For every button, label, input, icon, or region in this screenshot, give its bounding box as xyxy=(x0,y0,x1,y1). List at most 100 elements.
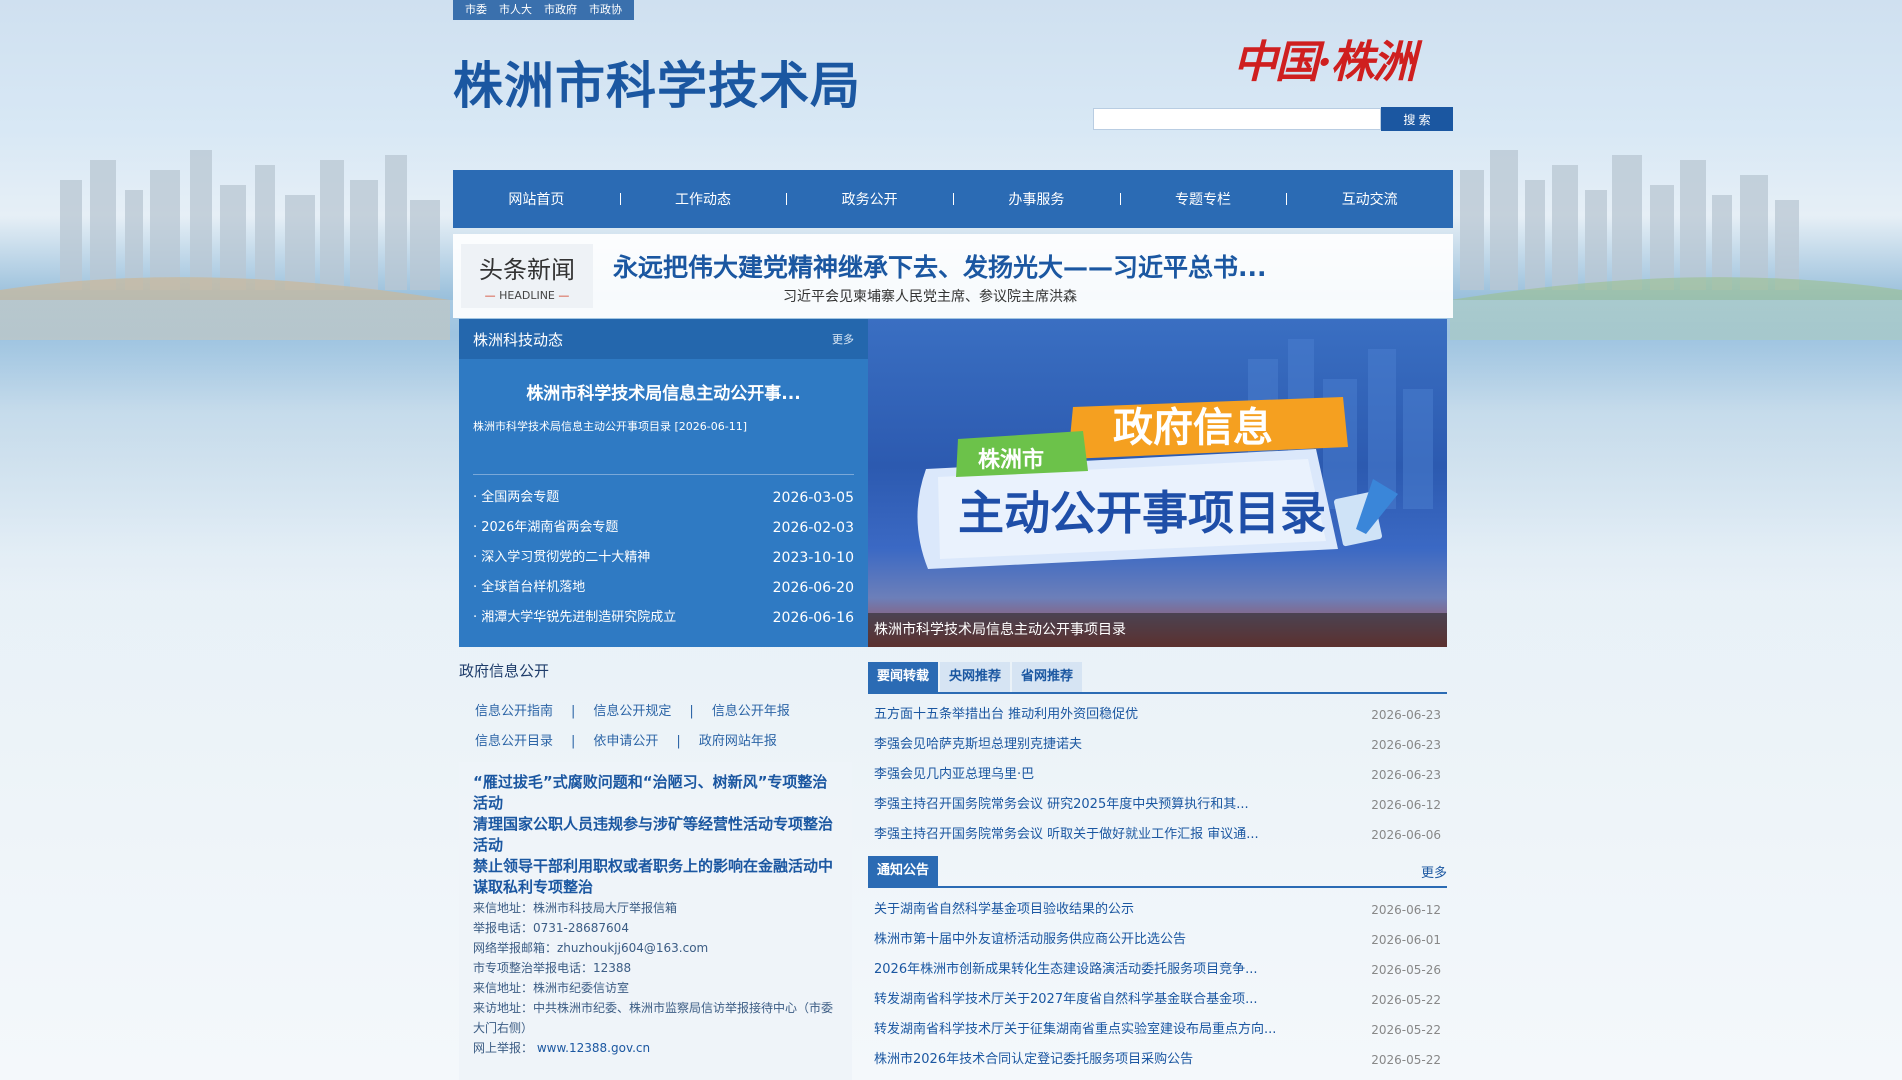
tab-central-recommend[interactable]: 央网推荐 xyxy=(940,662,1011,692)
list-item[interactable]: 转发湖南省科学技术厅关于2027年度省自然科学基金联合基金项... 2026-05… xyxy=(868,985,1447,1015)
news-list: 五方面十五条举措出台 推动利用外资回稳促优 2026-06-23 李强会见哈萨克斯… xyxy=(868,700,1447,850)
link-separator: | xyxy=(676,734,681,749)
list-item-title[interactable]: · 2026年湖南省两会专题 xyxy=(473,513,618,543)
list-item-date: 2026-06-06 xyxy=(1371,828,1441,842)
list-item[interactable]: 李强会见哈萨克斯坦总理别克捷诺夫 2026-06-23 xyxy=(868,730,1447,760)
tech-dynamics-more-link[interactable]: 更多 xyxy=(832,331,854,347)
headline-label-en: — HEADLINE — xyxy=(484,289,570,302)
notice-more-link[interactable]: 更多 xyxy=(1421,862,1447,881)
link-disclosure-catalog[interactable]: 信息公开目录 xyxy=(475,727,553,757)
banner-artwork: 株洲市 政府信息 主动公开事项目录 xyxy=(917,339,1433,569)
report-info-line: 来信地址：株洲市纪委信访室 xyxy=(473,981,630,995)
list-item-title[interactable]: 关于湖南省自然科学基金项目验收结果的公示 xyxy=(874,895,1134,925)
list-item[interactable]: 转发湖南省科学技术厅关于征集湖南省重点实验室建设布局重点方向... 2026-05… xyxy=(868,1015,1447,1045)
list-item-date: 2026-02-03 xyxy=(772,520,854,536)
news-tabs: 要闻转载 央网推荐 省网推荐 xyxy=(868,662,1447,694)
lead-news-summary: 株洲市科学技术局信息主动公开事项目录 [2026-06-11] xyxy=(473,420,748,433)
link-disclosure-annual-report[interactable]: 信息公开年报 xyxy=(712,697,790,727)
list-item-title[interactable]: 李强主持召开国务院常务会议 听取关于做好就业工作汇报 审议通... xyxy=(874,820,1259,850)
nav-interaction[interactable]: 互动交流 xyxy=(1286,189,1453,209)
city-calligraphy-logo: 中国·株洲 xyxy=(1233,37,1416,88)
tech-dynamics-header: 株洲科技动态 更多 xyxy=(459,319,868,359)
report-info-line: 来信地址：株洲市科技局大厅举报信箱 xyxy=(473,901,678,915)
list-item-title[interactable]: 五方面十五条举措出台 推动利用外资回稳促优 xyxy=(874,700,1138,730)
link-disclosure-rules[interactable]: 信息公开规定 xyxy=(593,697,671,727)
list-item-date: 2023-10-10 xyxy=(772,550,854,566)
headline-subtitle-link[interactable]: 习近平会见柬埔寨人民党主席、参议院主席洪森 xyxy=(783,286,1077,306)
list-item[interactable]: 关于湖南省自然科学基金项目验收结果的公示 2026-06-12 xyxy=(868,895,1447,925)
top-link-government[interactable]: 市政府 xyxy=(538,0,583,20)
list-item-title[interactable]: 2026年株洲市创新成果转化生态建设路演活动委托服务项目竞争... xyxy=(874,955,1257,985)
link-apply-disclosure[interactable]: 依申请公开 xyxy=(593,727,658,757)
list-item[interactable]: · 2026年湖南省两会专题 2026-02-03 xyxy=(459,513,868,543)
list-item[interactable]: 李强主持召开国务院常务会议 听取关于做好就业工作汇报 审议通... 2026-06… xyxy=(868,820,1447,850)
tab-province-recommend[interactable]: 省网推荐 xyxy=(1012,662,1083,692)
notice-list: 关于湖南省自然科学基金项目验收结果的公示 2026-06-12 株洲市第十届中外友… xyxy=(868,895,1447,1075)
list-item[interactable]: · 全国两会专题 2026-03-05 xyxy=(459,483,868,513)
report-info-line: 市专项整治举报电话：12388 xyxy=(473,961,632,975)
list-item[interactable]: 株洲市2026年技术合同认定登记委托服务项目采购公告 2026-05-22 xyxy=(868,1045,1447,1075)
nav-gov-affairs[interactable]: 政务公开 xyxy=(786,189,953,209)
tech-dynamics-panel: 株洲科技动态 更多 株洲市科学技术局信息主动公开事... 株洲市科学技术局信息主… xyxy=(459,319,868,647)
list-item-date: 2026-05-22 xyxy=(1371,1053,1441,1067)
list-item[interactable]: · 全球首台样机落地 2026-06-20 xyxy=(459,573,868,603)
site-title: 株洲市科学技术局 xyxy=(453,57,861,115)
list-item[interactable]: 株洲市第十届中外友谊桥活动服务供应商公开比选公告 2026-06-01 xyxy=(868,925,1447,955)
list-item[interactable]: 五方面十五条举措出台 推动利用外资回稳促优 2026-06-23 xyxy=(868,700,1447,730)
link-separator: | xyxy=(571,704,576,719)
top-link-party-committee[interactable]: 市委 xyxy=(459,0,493,20)
nav-services[interactable]: 办事服务 xyxy=(953,189,1120,209)
list-item-title[interactable]: · 湘潭大学华锐先进制造研究院成立 xyxy=(473,603,676,633)
list-item-title[interactable]: · 深入学习贯彻党的二十大精神 xyxy=(473,543,650,573)
report-info-line: 来访地址：中共株洲市纪委、株洲市监察局信访举报接待中心（市委大门右侧） xyxy=(473,1001,834,1035)
list-item-date: 2026-05-22 xyxy=(1371,993,1441,1007)
list-item-title[interactable]: 株洲市第十届中外友谊桥活动服务供应商公开比选公告 xyxy=(874,925,1186,955)
list-item[interactable]: 李强主持召开国务院常务会议 研究2025年度中央预算执行和其... 2026-06… xyxy=(868,790,1447,820)
list-item-title[interactable]: · 全球首台样机落地 xyxy=(473,573,585,603)
list-item-title[interactable]: 转发湖南省科学技术厅关于征集湖南省重点实验室建设布局重点方向... xyxy=(874,1015,1276,1045)
lead-news-title[interactable]: 株洲市科学技术局信息主动公开事... xyxy=(459,379,868,404)
top-links-bar: 市委 市人大 市政府 市政协 xyxy=(453,0,634,20)
list-item-title[interactable]: 李强会见几内亚总理乌里·巴 xyxy=(874,760,1034,790)
campaign-link[interactable]: “雁过拔毛”式腐败问题和“治陋习、树新风”专项整治活动 xyxy=(473,772,838,814)
report-web-link[interactable]: www.12388.gov.cn xyxy=(537,1041,650,1055)
nav-work-news[interactable]: 工作动态 xyxy=(619,189,787,209)
banner-tag: 株洲市 xyxy=(978,447,1044,473)
link-website-annual-report[interactable]: 政府网站年报 xyxy=(699,727,777,757)
report-section: “雁过拔毛”式腐败问题和“治陋习、树新风”专项整治活动 清理国家公职人员违规参与… xyxy=(459,762,852,1080)
nav-special-topics[interactable]: 专题专栏 xyxy=(1119,189,1287,209)
gov-info-section: 政府信息公开 信息公开指南 | 信息公开规定 | 信息公开年报 信息公开目录 |… xyxy=(453,660,853,757)
headline-label-en-text: HEADLINE xyxy=(499,289,555,302)
headline-label: 头条新闻 — HEADLINE — xyxy=(461,244,593,308)
search-input[interactable] xyxy=(1093,108,1381,130)
list-item-date: 2026-06-23 xyxy=(1371,738,1441,752)
list-item-date: 2026-06-20 xyxy=(772,580,854,596)
headline-label-cn: 头条新闻 xyxy=(479,256,575,284)
page-container: 市委 市人大 市政府 市政协 株洲市科学技术局 中国·株洲 搜 索 网站首页 工… xyxy=(453,0,1453,1080)
list-item-title[interactable]: 转发湖南省科学技术厅关于2027年度省自然科学基金联合基金项... xyxy=(874,985,1257,1015)
list-item-title[interactable]: 李强会见哈萨克斯坦总理别克捷诺夫 xyxy=(874,730,1082,760)
campaign-link[interactable]: 禁止领导干部利用职权或者职务上的影响在金融活动中谋取私利专项整治 xyxy=(473,856,838,898)
featured-banner[interactable]: 株洲市 政府信息 主动公开事项目录 株洲市科学技术局信息主动公开事项目录 xyxy=(868,319,1447,647)
search-button[interactable]: 搜 索 xyxy=(1381,107,1453,131)
top-link-congress[interactable]: 市人大 xyxy=(493,0,538,20)
list-item[interactable]: · 深入学习贯彻党的二十大精神 2023-10-10 xyxy=(459,543,868,573)
headline-title-link[interactable]: 永远把伟大建党精神继承下去、发扬光大——习近平总书... xyxy=(613,248,1267,284)
tab-notices[interactable]: 通知公告 xyxy=(868,856,939,886)
campaign-link[interactable]: 清理国家公职人员违规参与涉矿等经营性活动专项整治活动 xyxy=(473,814,838,856)
link-separator: | xyxy=(571,734,576,749)
list-item-title[interactable]: · 全国两会专题 xyxy=(473,483,559,513)
tab-news-reprint[interactable]: 要闻转载 xyxy=(868,662,939,692)
list-item[interactable]: 李强会见几内亚总理乌里·巴 2026-06-23 xyxy=(868,760,1447,790)
list-item[interactable]: 2026年株洲市创新成果转化生态建设路演活动委托服务项目竞争... 2026-05… xyxy=(868,955,1447,985)
gov-info-title: 政府信息公开 xyxy=(459,662,550,680)
nav-home[interactable]: 网站首页 xyxy=(453,189,620,209)
list-item-title[interactable]: 株洲市2026年技术合同认定登记委托服务项目采购公告 xyxy=(874,1045,1193,1075)
link-disclosure-guide[interactable]: 信息公开指南 xyxy=(475,697,553,727)
banner-caption[interactable]: 株洲市科学技术局信息主动公开事项目录 xyxy=(868,613,1447,647)
report-web-label: 网上举报： xyxy=(473,1041,534,1055)
list-item[interactable]: · 湘潭大学华锐先进制造研究院成立 2026-06-16 xyxy=(459,603,868,633)
top-link-cppcc[interactable]: 市政协 xyxy=(583,0,628,20)
list-item-date: 2026-06-23 xyxy=(1371,768,1441,782)
list-item-title[interactable]: 李强主持召开国务院常务会议 研究2025年度中央预算执行和其... xyxy=(874,790,1249,820)
